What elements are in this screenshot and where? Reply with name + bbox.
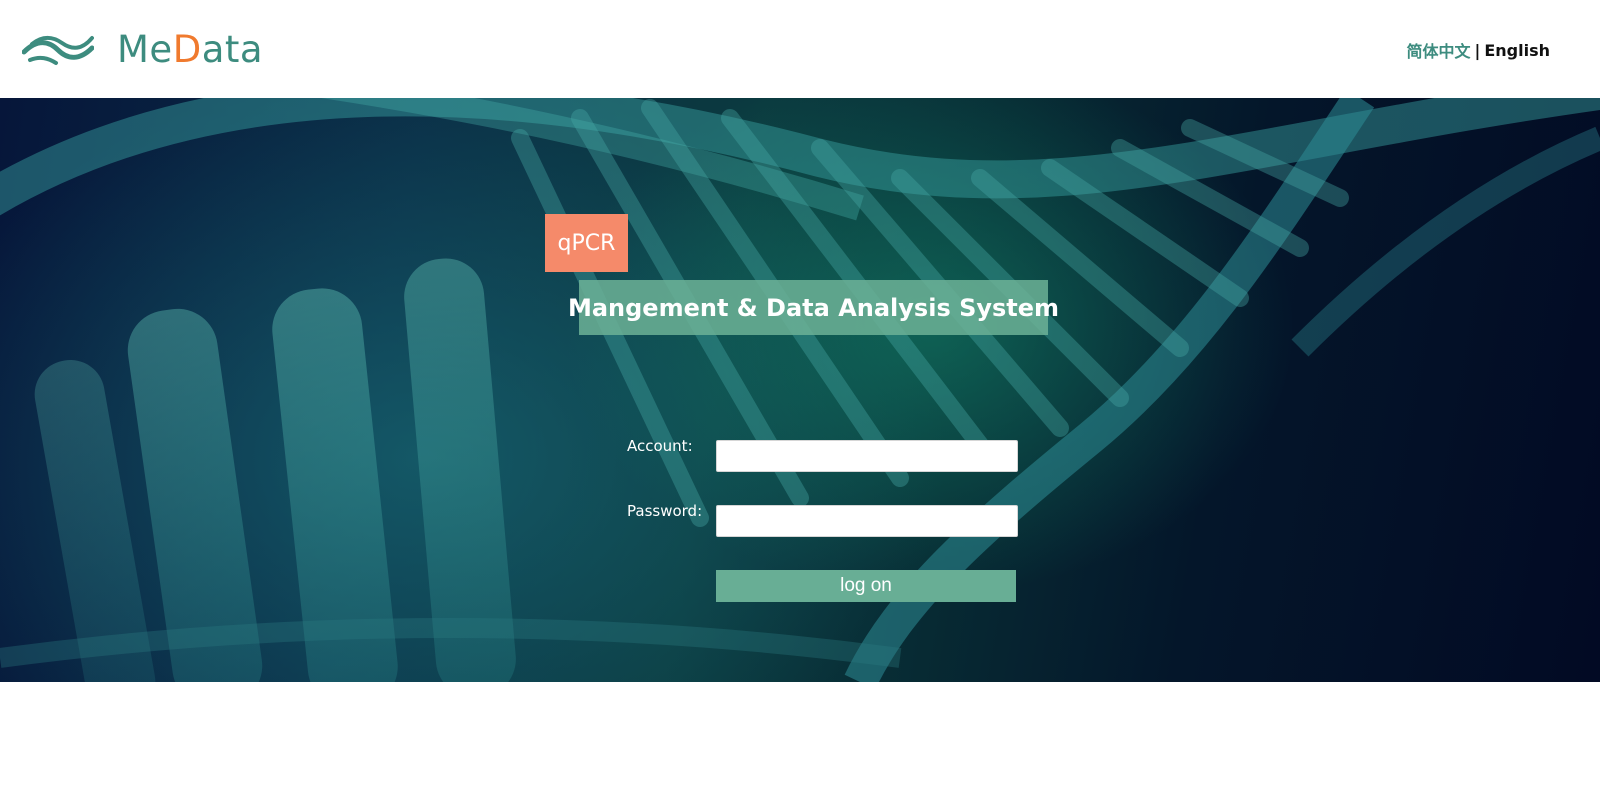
language-switcher: 简体中文 | English (1406, 38, 1550, 62)
language-separator: | (1474, 40, 1481, 60)
brand-name-part2: D (172, 28, 202, 71)
language-english-link[interactable]: English (1484, 41, 1550, 60)
password-input[interactable] (716, 505, 1018, 537)
header: MeData 简体中文 | English (0, 0, 1600, 98)
brand-logo[interactable]: MeData (22, 26, 263, 74)
password-label: Password: (627, 502, 703, 520)
system-title: Mangement & Data Analysis System (568, 280, 1059, 335)
wave-logo-icon (22, 35, 94, 65)
log-on-button[interactable]: log on (716, 570, 1016, 602)
brand-name: MeData (117, 26, 263, 74)
account-label: Account: (627, 437, 693, 455)
account-input[interactable] (716, 440, 1018, 472)
language-chinese-link[interactable]: 简体中文 (1406, 38, 1470, 62)
product-tag: qPCR (545, 214, 628, 272)
brand-name-part3: ata (201, 28, 264, 71)
dna-banner: qPCR Mangement & Data Analysis System Ac… (0, 98, 1600, 682)
brand-name-part1: Me (117, 28, 173, 71)
